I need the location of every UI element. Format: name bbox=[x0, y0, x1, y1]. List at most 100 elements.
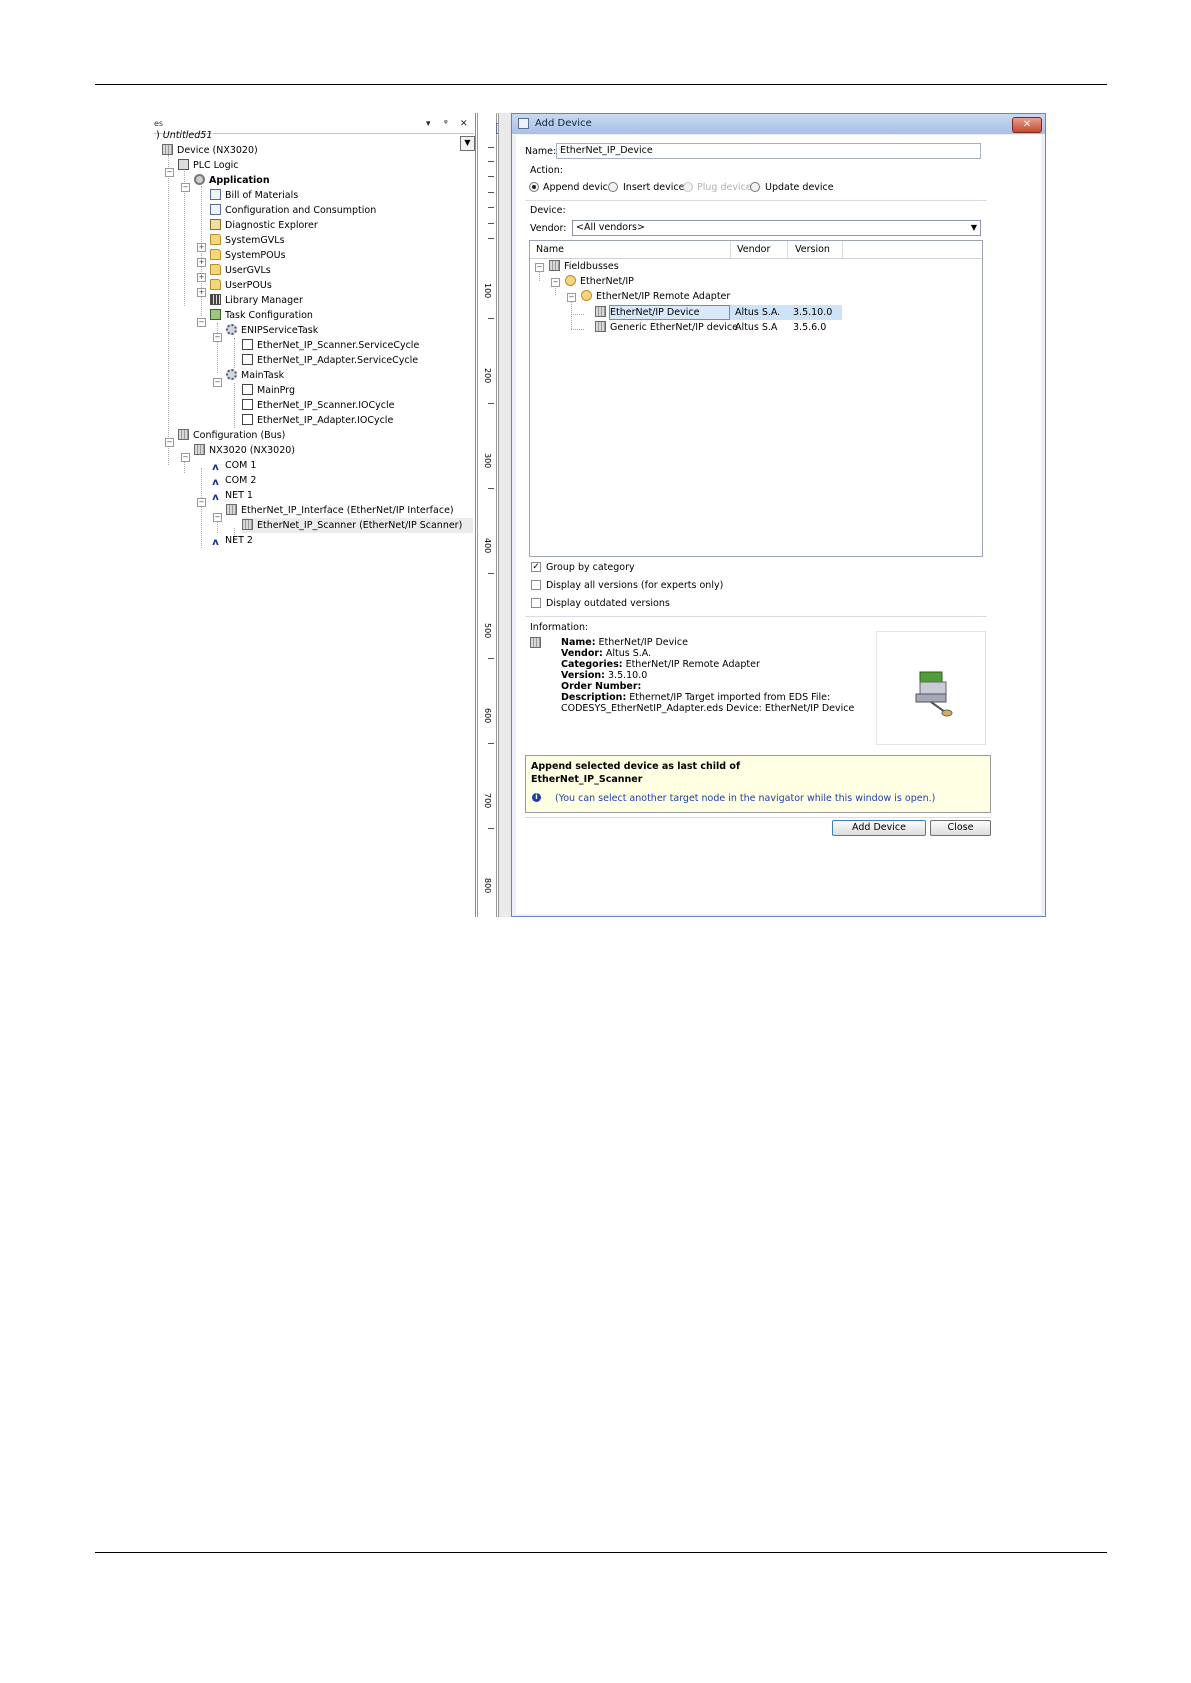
tree-item-application[interactable]: Application bbox=[194, 173, 270, 188]
collapse-toggle[interactable]: − bbox=[567, 293, 576, 302]
dialog-icon bbox=[518, 118, 529, 129]
tree-item-maintask[interactable]: MainTask bbox=[226, 368, 284, 383]
tree-item-configuration-consumption[interactable]: Configuration and Consumption bbox=[210, 203, 376, 218]
tree-item-device[interactable]: Device (NX3020) bbox=[162, 143, 258, 158]
tree-item-enipservicetask[interactable]: ENIPServiceTask bbox=[226, 323, 318, 338]
tree-item-label: UserGVLs bbox=[225, 265, 271, 276]
collapse-toggle[interactable]: − bbox=[213, 513, 222, 522]
display-outdated-checkbox[interactable] bbox=[531, 598, 541, 608]
tree-item-adapter-iocycle[interactable]: EtherNet_IP_Adapter.IOCycle bbox=[242, 413, 393, 428]
tree-item-project[interactable]: ) Untitled51 bbox=[156, 128, 212, 143]
ruler-tick bbox=[488, 488, 494, 489]
expand-toggle[interactable]: + bbox=[197, 273, 206, 282]
ruler-label: 800 bbox=[483, 878, 492, 894]
tree-item-mainprg[interactable]: MainPrg bbox=[242, 383, 295, 398]
tree-item-net1[interactable]: ʌ NET 1 bbox=[210, 488, 253, 503]
tree-item-usergvls[interactable]: UserGVLs bbox=[210, 263, 271, 278]
pin-icon[interactable]: ᵠ bbox=[444, 119, 448, 129]
tree-item-systemgvls[interactable]: SystemGVLs bbox=[210, 233, 285, 248]
insert-device-label[interactable]: Insert device bbox=[623, 182, 684, 193]
append-device-radio[interactable] bbox=[529, 182, 539, 192]
collapse-toggle[interactable]: − bbox=[165, 438, 174, 447]
name-input[interactable]: EtherNet_IP_Device bbox=[556, 143, 981, 159]
close-icon[interactable]: ✕ bbox=[460, 119, 468, 129]
expand-toggle[interactable]: + bbox=[197, 288, 206, 297]
tree-item-systempous[interactable]: SystemPOUs bbox=[210, 248, 286, 263]
tree-item-ethernet-ip-interface[interactable]: EtherNet_IP_Interface (EtherNet/IP Inter… bbox=[226, 503, 454, 518]
tree-item-adapter-servicecycle[interactable]: EtherNet_IP_Adapter.ServiceCycle bbox=[242, 353, 418, 368]
expand-toggle[interactable]: + bbox=[197, 258, 206, 267]
insert-device-radio[interactable] bbox=[608, 182, 618, 192]
display-outdated-label[interactable]: Display outdated versions bbox=[546, 598, 670, 609]
dialog-titlebar[interactable]: Add Device ✕ bbox=[512, 114, 1045, 134]
footer-rule bbox=[95, 1552, 1107, 1553]
device-icon bbox=[595, 306, 606, 317]
group-by-category-label[interactable]: Group by category bbox=[546, 562, 635, 573]
collapse-toggle[interactable]: − bbox=[181, 453, 190, 462]
collapse-toggle[interactable]: − bbox=[197, 498, 206, 507]
tree-item-userpous[interactable]: UserPOUs bbox=[210, 278, 272, 293]
device-row-name: EtherNet/IP Device bbox=[610, 307, 700, 318]
tree-item-task-configuration[interactable]: Task Configuration bbox=[210, 308, 313, 323]
column-separator[interactable] bbox=[730, 241, 731, 258]
device-row-ethernet-ip-device[interactable]: EtherNet/IP Device bbox=[595, 305, 699, 320]
tree-item-scanner-iocycle[interactable]: EtherNet_IP_Scanner.IOCycle bbox=[242, 398, 394, 413]
device-row-ethernet-ip[interactable]: EtherNet/IP bbox=[565, 274, 634, 289]
column-header-name[interactable]: Name bbox=[536, 244, 564, 255]
tree-guide bbox=[539, 271, 540, 281]
tree-item-ethernet-ip-scanner[interactable]: EtherNet_IP_Scanner (EtherNet/IP Scanner… bbox=[242, 518, 473, 533]
column-separator[interactable] bbox=[842, 241, 843, 258]
folder-icon bbox=[210, 279, 221, 290]
display-all-versions-checkbox[interactable] bbox=[531, 580, 541, 590]
ruler-strip: 100 200 300 400 500 600 700 800 bbox=[477, 113, 513, 917]
display-all-versions-label[interactable]: Display all versions (for experts only) bbox=[546, 580, 723, 591]
expand-toggle[interactable]: + bbox=[197, 243, 206, 252]
collapse-toggle[interactable]: − bbox=[213, 333, 222, 342]
update-device-label[interactable]: Update device bbox=[765, 182, 834, 193]
plug-device-radio[interactable] bbox=[683, 182, 693, 192]
add-device-button[interactable]: Add Device bbox=[832, 820, 926, 836]
collapse-toggle[interactable]: − bbox=[535, 263, 544, 272]
column-header-vendor[interactable]: Vendor bbox=[737, 244, 770, 255]
column-separator[interactable] bbox=[787, 241, 788, 258]
dialog-close-button[interactable]: ✕ bbox=[1012, 117, 1042, 133]
tree-item-scanner-servicecycle[interactable]: EtherNet_IP_Scanner.ServiceCycle bbox=[242, 338, 419, 353]
ruler-label: 500 bbox=[483, 623, 492, 639]
device-row-fieldbusses[interactable]: Fieldbusses bbox=[549, 259, 619, 274]
dropdown-arrow-icon[interactable]: ▾ bbox=[426, 119, 431, 129]
close-button[interactable]: Close bbox=[930, 820, 991, 836]
panel-menu-button[interactable]: ▼ bbox=[460, 136, 475, 151]
tree-item-com1[interactable]: ʌ COM 1 bbox=[210, 458, 256, 473]
task-gear-icon bbox=[226, 324, 237, 335]
tree-item-net2[interactable]: ʌ NET 2 bbox=[210, 533, 253, 548]
column-header-version[interactable]: Version bbox=[795, 244, 830, 255]
tree-item-label: EtherNet_IP_Scanner (EtherNet/IP Scanner… bbox=[257, 520, 463, 531]
append-device-label[interactable]: Append device bbox=[543, 182, 614, 193]
header-rule bbox=[95, 84, 1107, 85]
tree-item-com2[interactable]: ʌ COM 2 bbox=[210, 473, 256, 488]
tree-item-nx3020[interactable]: NX3020 (NX3020) bbox=[194, 443, 295, 458]
tree-item-plc-logic[interactable]: PLC Logic bbox=[178, 158, 239, 173]
divider bbox=[525, 817, 991, 818]
collapse-toggle[interactable]: − bbox=[213, 378, 222, 387]
collapse-toggle[interactable]: − bbox=[181, 183, 190, 192]
collapse-toggle[interactable]: − bbox=[551, 278, 560, 287]
device-row-remote-adapter[interactable]: EtherNet/IP Remote Adapter bbox=[581, 289, 730, 304]
device-icon bbox=[242, 519, 253, 530]
collapse-toggle[interactable]: − bbox=[197, 318, 206, 327]
tree-item-library-manager[interactable]: Library Manager bbox=[210, 293, 303, 308]
ruler-scrollbar[interactable] bbox=[498, 113, 511, 917]
document-icon bbox=[210, 189, 221, 200]
tree-item-label: MainPrg bbox=[257, 385, 296, 396]
plug-device-label[interactable]: Plug device bbox=[697, 182, 752, 193]
device-row-name: Fieldbusses bbox=[564, 261, 619, 272]
update-device-radio[interactable] bbox=[750, 182, 760, 192]
tree-item-bill-of-materials[interactable]: Bill of Materials bbox=[210, 188, 298, 203]
vendor-select[interactable]: <All vendors> ▼ bbox=[572, 220, 981, 236]
device-row-generic-ethernet-ip[interactable]: Generic EtherNet/IP device bbox=[595, 320, 738, 335]
tree-item-diagnostic-explorer[interactable]: Diagnostic Explorer bbox=[210, 218, 318, 233]
collapse-toggle[interactable]: − bbox=[165, 168, 174, 177]
info-key: Version: bbox=[561, 670, 605, 681]
tree-item-configuration-bus[interactable]: Configuration (Bus) bbox=[178, 428, 285, 443]
group-by-category-checkbox[interactable]: ✓ bbox=[531, 562, 541, 572]
